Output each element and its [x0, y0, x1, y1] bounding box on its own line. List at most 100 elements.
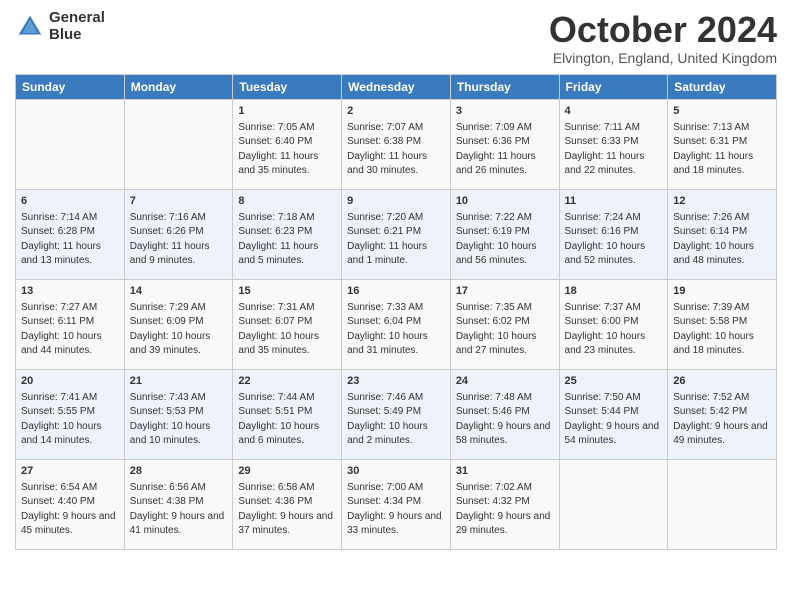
day-info: Sunrise: 7:18 AMSunset: 6:23 PMDaylight:…	[238, 211, 336, 269]
day-cell: 11 Sunrise: 7:24 AMSunset: 6:16 PMDayligh…	[559, 189, 668, 279]
day-cell: 27 Sunrise: 6:54 AMSunset: 4:40 PMDayligh…	[16, 459, 125, 549]
logo-text: General Blue	[49, 10, 105, 43]
day-number: 12	[673, 194, 771, 209]
day-cell: 4 Sunrise: 7:11 AMSunset: 6:33 PMDaylight…	[559, 99, 668, 189]
day-number: 28	[130, 464, 228, 479]
day-info: Sunrise: 7:41 AMSunset: 5:55 PMDaylight:…	[21, 391, 119, 449]
title-block: October 2024 Elvington, England, United …	[549, 10, 777, 66]
day-cell: 29 Sunrise: 6:58 AMSunset: 4:36 PMDayligh…	[233, 459, 342, 549]
day-number: 10	[456, 194, 554, 209]
day-cell: 5 Sunrise: 7:13 AMSunset: 6:31 PMDaylight…	[668, 99, 777, 189]
day-cell: 20 Sunrise: 7:41 AMSunset: 5:55 PMDayligh…	[16, 369, 125, 459]
day-info: Sunrise: 7:52 AMSunset: 5:42 PMDaylight:…	[673, 391, 771, 449]
day-cell: 25 Sunrise: 7:50 AMSunset: 5:44 PMDayligh…	[559, 369, 668, 459]
week-row-4: 20 Sunrise: 7:41 AMSunset: 5:55 PMDayligh…	[16, 369, 777, 459]
week-row-3: 13 Sunrise: 7:27 AMSunset: 6:11 PMDayligh…	[16, 279, 777, 369]
day-number: 31	[456, 464, 554, 479]
day-info: Sunrise: 7:02 AMSunset: 4:32 PMDaylight:…	[456, 481, 554, 539]
header-cell-thursday: Thursday	[450, 74, 559, 99]
day-cell: 19Sunrise: 7:39 AMSunset: 5:58 PMDayligh…	[668, 279, 777, 369]
day-info: Sunrise: 7:27 AMSunset: 6:11 PMDaylight:…	[21, 301, 119, 359]
header-cell-saturday: Saturday	[668, 74, 777, 99]
day-number: 24	[456, 374, 554, 389]
day-cell: 31 Sunrise: 7:02 AMSunset: 4:32 PMDayligh…	[450, 459, 559, 549]
day-info: Sunrise: 7:16 AMSunset: 6:26 PMDaylight:…	[130, 211, 228, 269]
day-number: 30	[347, 464, 445, 479]
day-number: 21	[130, 374, 228, 389]
header-cell-sunday: Sunday	[16, 74, 125, 99]
day-info: Sunrise: 7:35 AMSunset: 6:02 PMDaylight:…	[456, 301, 554, 359]
calendar-header: SundayMondayTuesdayWednesdayThursdayFrid…	[16, 74, 777, 99]
day-number: 7	[130, 194, 228, 209]
day-info: Sunrise: 7:31 AMSunset: 6:07 PMDaylight:…	[238, 301, 336, 359]
day-number: 1	[238, 104, 336, 119]
day-number: 29	[238, 464, 336, 479]
day-number: 13	[21, 284, 119, 299]
calendar-table: SundayMondayTuesdayWednesdayThursdayFrid…	[15, 74, 777, 550]
day-number: 6	[21, 194, 119, 209]
day-cell: 15Sunrise: 7:31 AMSunset: 6:07 PMDayligh…	[233, 279, 342, 369]
day-number: 5	[673, 104, 771, 119]
day-cell: 24Sunrise: 7:48 AMSunset: 5:46 PMDayligh…	[450, 369, 559, 459]
day-info: Sunrise: 7:07 AMSunset: 6:38 PMDaylight:…	[347, 121, 445, 179]
logo-icon	[15, 12, 45, 42]
day-info: Sunrise: 7:09 AMSunset: 6:36 PMDaylight:…	[456, 121, 554, 179]
day-cell: 30Sunrise: 7:00 AMSunset: 4:34 PMDayligh…	[342, 459, 451, 549]
logo: General Blue	[15, 10, 105, 43]
day-info: Sunrise: 7:11 AMSunset: 6:33 PMDaylight:…	[565, 121, 663, 179]
page-header: General Blue October 2024 Elvington, Eng…	[15, 10, 777, 66]
week-row-5: 27 Sunrise: 6:54 AMSunset: 4:40 PMDayligh…	[16, 459, 777, 549]
day-number: 17	[456, 284, 554, 299]
day-info: Sunrise: 7:05 AMSunset: 6:40 PMDaylight:…	[238, 121, 336, 179]
header-cell-monday: Monday	[124, 74, 233, 99]
day-cell	[16, 99, 125, 189]
week-row-1: 1 Sunrise: 7:05 AMSunset: 6:40 PMDaylight…	[16, 99, 777, 189]
day-number: 27	[21, 464, 119, 479]
day-number: 3	[456, 104, 554, 119]
day-number: 11	[565, 194, 663, 209]
month-title: October 2024	[549, 10, 777, 50]
day-info: Sunrise: 7:13 AMSunset: 6:31 PMDaylight:…	[673, 121, 771, 179]
day-info: Sunrise: 7:33 AMSunset: 6:04 PMDaylight:…	[347, 301, 445, 359]
day-number: 26	[673, 374, 771, 389]
day-number: 8	[238, 194, 336, 209]
day-cell: 1 Sunrise: 7:05 AMSunset: 6:40 PMDaylight…	[233, 99, 342, 189]
day-number: 4	[565, 104, 663, 119]
day-info: Sunrise: 6:58 AMSunset: 4:36 PMDaylight:…	[238, 481, 336, 539]
day-number: 14	[130, 284, 228, 299]
day-cell: 12Sunrise: 7:26 AMSunset: 6:14 PMDayligh…	[668, 189, 777, 279]
day-number: 18	[565, 284, 663, 299]
header-cell-tuesday: Tuesday	[233, 74, 342, 99]
day-cell: 14 Sunrise: 7:29 AMSunset: 6:09 PMDayligh…	[124, 279, 233, 369]
day-cell: 23Sunrise: 7:46 AMSunset: 5:49 PMDayligh…	[342, 369, 451, 459]
day-number: 22	[238, 374, 336, 389]
day-info: Sunrise: 7:37 AMSunset: 6:00 PMDaylight:…	[565, 301, 663, 359]
day-info: Sunrise: 7:22 AMSunset: 6:19 PMDaylight:…	[456, 211, 554, 269]
day-number: 16	[347, 284, 445, 299]
day-info: Sunrise: 7:29 AMSunset: 6:09 PMDaylight:…	[130, 301, 228, 359]
calendar-body: 1 Sunrise: 7:05 AMSunset: 6:40 PMDaylight…	[16, 99, 777, 549]
header-cell-friday: Friday	[559, 74, 668, 99]
day-info: Sunrise: 7:24 AMSunset: 6:16 PMDaylight:…	[565, 211, 663, 269]
day-cell	[124, 99, 233, 189]
day-number: 9	[347, 194, 445, 209]
day-info: Sunrise: 6:54 AMSunset: 4:40 PMDaylight:…	[21, 481, 119, 539]
day-info: Sunrise: 7:50 AMSunset: 5:44 PMDaylight:…	[565, 391, 663, 449]
day-info: Sunrise: 6:56 AMSunset: 4:38 PMDaylight:…	[130, 481, 228, 539]
day-number: 20	[21, 374, 119, 389]
logo-line1: General	[49, 10, 105, 27]
day-cell	[668, 459, 777, 549]
logo-line2: Blue	[49, 27, 105, 44]
day-cell: 26 Sunrise: 7:52 AMSunset: 5:42 PMDayligh…	[668, 369, 777, 459]
day-number: 19	[673, 284, 771, 299]
day-cell: 13 Sunrise: 7:27 AMSunset: 6:11 PMDayligh…	[16, 279, 125, 369]
week-row-2: 6 Sunrise: 7:14 AMSunset: 6:28 PMDaylight…	[16, 189, 777, 279]
day-cell: 21 Sunrise: 7:43 AMSunset: 5:53 PMDayligh…	[124, 369, 233, 459]
day-cell: 18 Sunrise: 7:37 AMSunset: 6:00 PMDayligh…	[559, 279, 668, 369]
day-cell: 16 Sunrise: 7:33 AMSunset: 6:04 PMDayligh…	[342, 279, 451, 369]
day-number: 25	[565, 374, 663, 389]
day-info: Sunrise: 7:43 AMSunset: 5:53 PMDaylight:…	[130, 391, 228, 449]
day-cell: 17 Sunrise: 7:35 AMSunset: 6:02 PMDayligh…	[450, 279, 559, 369]
day-info: Sunrise: 7:14 AMSunset: 6:28 PMDaylight:…	[21, 211, 119, 269]
day-cell: 9Sunrise: 7:20 AMSunset: 6:21 PMDaylight…	[342, 189, 451, 279]
